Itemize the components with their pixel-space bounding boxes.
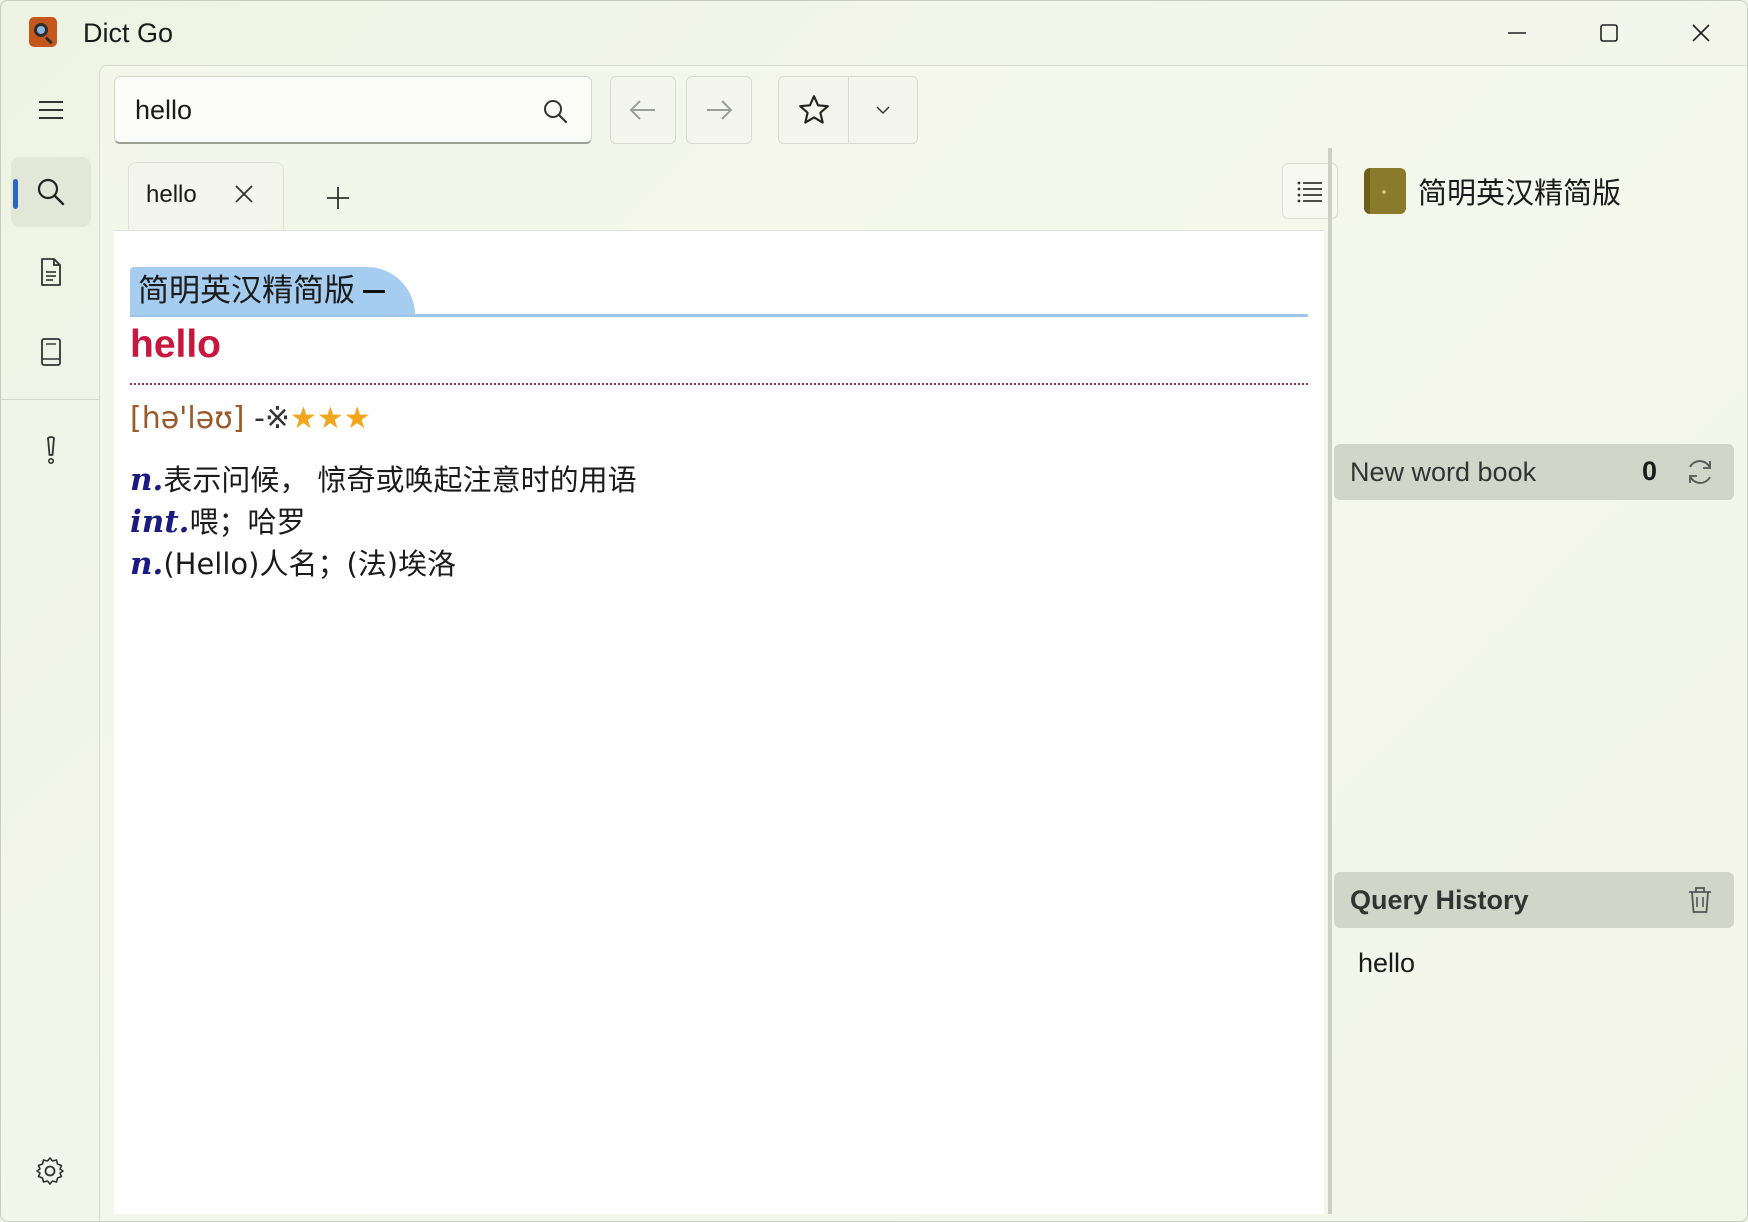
back-button[interactable] [610, 76, 676, 144]
minimize-icon [1508, 32, 1526, 34]
sense-text: 喂；哈罗 [189, 505, 306, 539]
tip-icon [47, 436, 55, 464]
close-tab-icon[interactable] [231, 181, 257, 207]
forward-arrow-icon [707, 100, 733, 120]
document-icon [41, 258, 61, 286]
nav-dictionaries[interactable] [11, 317, 91, 387]
refresh-icon[interactable] [1684, 456, 1716, 488]
headword: hello [130, 323, 222, 366]
sense-item: n.(Hello)人名；(法)埃洛 [130, 541, 456, 583]
definition-document: 简明英汉精简版 hello [hə'ləʊ] -※★★★ n.表示问候， 惊奇或… [114, 230, 1324, 1214]
query-history-bar: Query History [1334, 872, 1734, 928]
book-icon [41, 338, 61, 366]
app-logo-icon [29, 17, 57, 47]
forward-button[interactable] [686, 76, 752, 144]
search-box [114, 76, 592, 144]
part-of-speech: n. [130, 546, 164, 582]
nav-active-indicator [13, 179, 18, 209]
new-word-book-bar: New word book 0 [1334, 444, 1734, 500]
menu-icon [39, 101, 63, 119]
star-rating: ★★★ [289, 401, 371, 436]
sense-item: n.表示问候， 惊奇或唤起注意时的用语 [130, 457, 637, 499]
minimize-button[interactable] [1489, 13, 1545, 53]
dictionary-book-icon [1364, 168, 1406, 214]
nav-tips[interactable] [11, 415, 91, 485]
maximize-button[interactable] [1581, 13, 1637, 53]
tab-label: hello [146, 181, 197, 208]
list-icon [1297, 181, 1322, 203]
dictionary-name: 简明英汉精简版 [138, 273, 355, 309]
favorite-button[interactable] [779, 77, 849, 143]
sense-text: (Hello)人名；(法)埃洛 [163, 547, 457, 581]
right-panel: 简明英汉精简版 New word book 0 Query History he… [1334, 148, 1744, 1214]
dictionary-collapse-toggle[interactable]: 简明英汉精简版 [130, 267, 415, 315]
new-word-book-title: New word book [1350, 457, 1537, 487]
part-of-speech: int. [130, 504, 190, 540]
dictionary-section-header: 简明英汉精简版 [130, 267, 1308, 317]
frequency-mark: -※ [244, 401, 290, 436]
chevron-down-icon [876, 106, 890, 115]
back-arrow-icon [629, 100, 655, 120]
search-icon[interactable] [541, 97, 569, 125]
app-window: Dict Go hello hello 简明英汉精简版 hello [hə'lə… [0, 0, 1748, 1222]
query-history-title: Query History [1350, 885, 1529, 915]
maximize-icon [1600, 24, 1618, 42]
star-icon [798, 95, 829, 124]
settings-icon[interactable] [34, 1155, 66, 1187]
dictionary-list-item[interactable]: 简明英汉精简版 [1364, 166, 1621, 216]
favorite-split-button [778, 76, 918, 144]
headword-divider [130, 383, 1308, 385]
search-icon [37, 178, 65, 206]
main-area: hello hello 简明英汉精简版 hello [hə'ləʊ] -※★★★… [99, 65, 1747, 1221]
trash-icon[interactable] [1684, 884, 1716, 916]
favorite-dropdown-button[interactable] [849, 77, 917, 143]
collapse-icon [363, 290, 385, 293]
nav-search[interactable] [11, 157, 91, 227]
pane-splitter[interactable] [1328, 148, 1332, 1214]
sense-item: int.喂；哈罗 [130, 499, 305, 541]
close-window-button[interactable] [1673, 13, 1729, 53]
sense-text: 表示问候， 惊奇或唤起注意时的用语 [163, 463, 637, 497]
title-bar: Dict Go [1, 1, 1747, 65]
menu-button[interactable] [11, 75, 91, 145]
content-pane: hello 简明英汉精简版 hello [hə'ləʊ] -※★★★ n.表示问… [114, 162, 1338, 1214]
search-input[interactable] [135, 91, 515, 129]
close-icon [1692, 24, 1710, 42]
side-navigation [1, 65, 99, 1221]
new-word-count: 0 [1642, 456, 1658, 486]
dictionary-list-label: 简明英汉精简版 [1418, 176, 1622, 210]
app-title: Dict Go [83, 18, 174, 48]
phonetic: [hə'ləʊ] [130, 401, 245, 436]
tab-hello[interactable]: hello [128, 162, 284, 230]
nav-separator [1, 399, 99, 400]
history-item[interactable]: hello [1358, 948, 1415, 979]
nav-documents[interactable] [11, 237, 91, 307]
pronunciation-line: [hə'ləʊ] -※★★★ [130, 401, 371, 436]
add-tab-icon[interactable] [324, 184, 352, 212]
part-of-speech: n. [130, 462, 164, 498]
